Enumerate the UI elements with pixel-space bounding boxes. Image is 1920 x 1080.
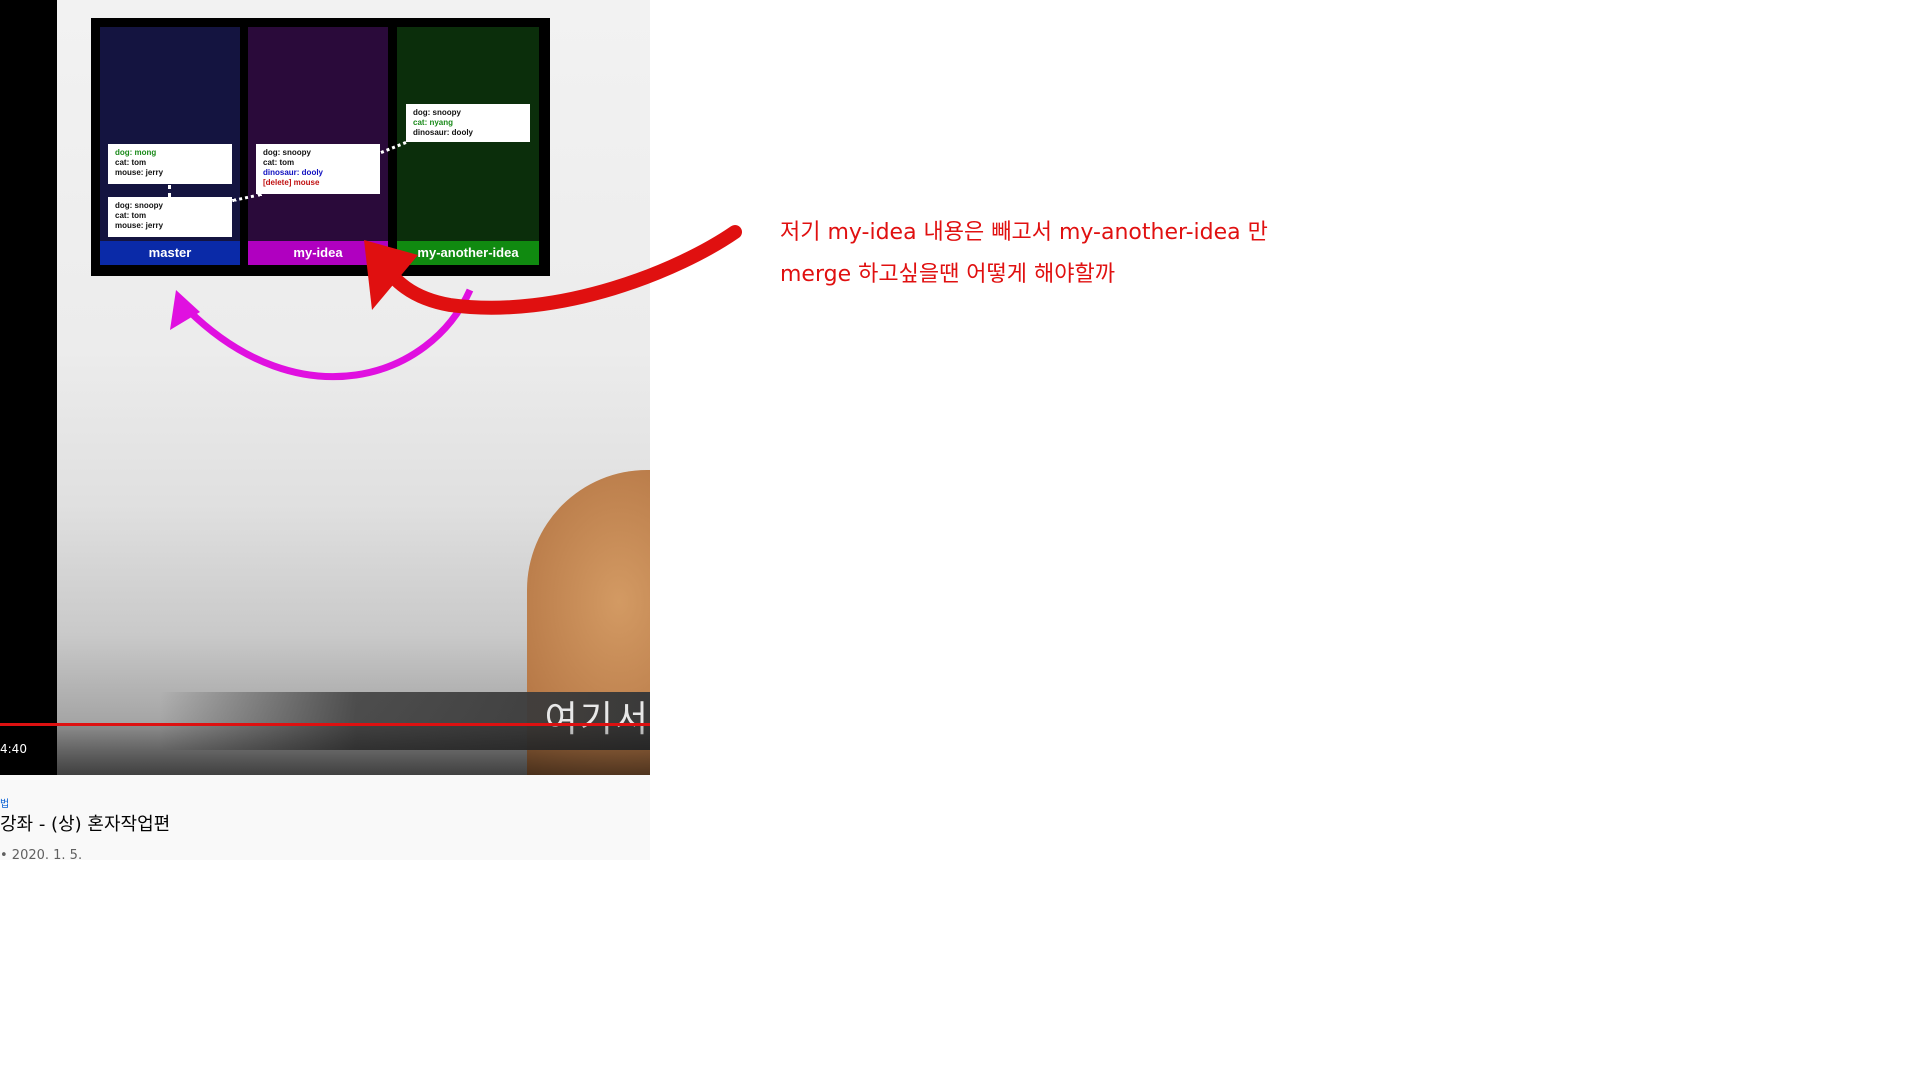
red-arrowhead [364,240,418,310]
red-scribble-arrow [373,225,742,315]
annotation-text: 저기 my-idea 내용은 빼고서 my-another-idea 만 mer… [780,212,1340,296]
annotation-line-2: merge 하고싶을땐 어떻게 해야할까 [780,262,1115,287]
magenta-arrowhead [170,290,200,330]
annotation-line-1: 저기 my-idea 내용은 빼고서 my-another-idea 만 [780,220,1268,245]
annotation-arrows [170,225,742,380]
